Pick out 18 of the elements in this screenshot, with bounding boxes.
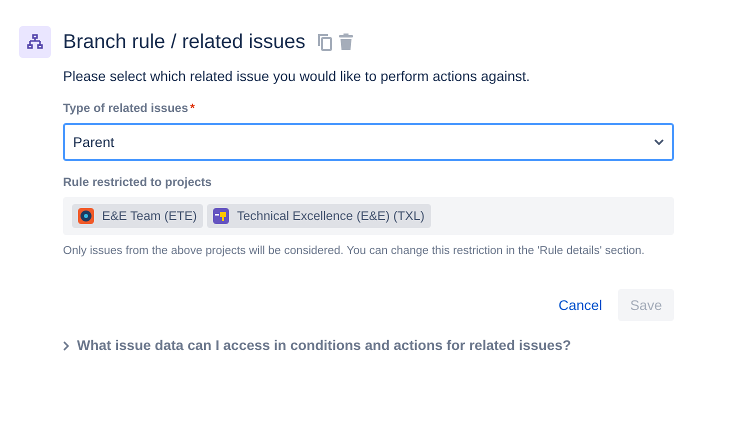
trash-icon[interactable] [337, 33, 356, 51]
field-label: Rule restricted to projects [63, 174, 213, 191]
chevron-down-icon [654, 139, 664, 145]
help-text: Only issues from the above projects will be considered. You can change this restriction in the 'Rule details' section. [63, 244, 646, 259]
help-expander[interactable]: What issue data can I access in conditions and actions for related issues? [63, 335, 572, 356]
type-select[interactable]: Parent [63, 123, 674, 161]
description-text: Please select which related issue you would like to perform actions against. [63, 67, 531, 86]
project-name: Technical Excellence (E&E) (TXL) [236, 208, 425, 225]
project-icon [212, 208, 229, 224]
field-label: Type of related issues [63, 100, 188, 117]
cancel-button[interactable]: Cancel [546, 289, 614, 321]
rule-title: Branch rule / related issues [63, 30, 306, 55]
project-icon [78, 208, 94, 224]
chevron-right-icon [63, 340, 69, 350]
required-mark: * [190, 100, 195, 117]
copy-icon[interactable] [317, 33, 334, 51]
hierarchy-icon [27, 34, 43, 50]
project-name: E&E Team (ETE) [102, 208, 197, 225]
